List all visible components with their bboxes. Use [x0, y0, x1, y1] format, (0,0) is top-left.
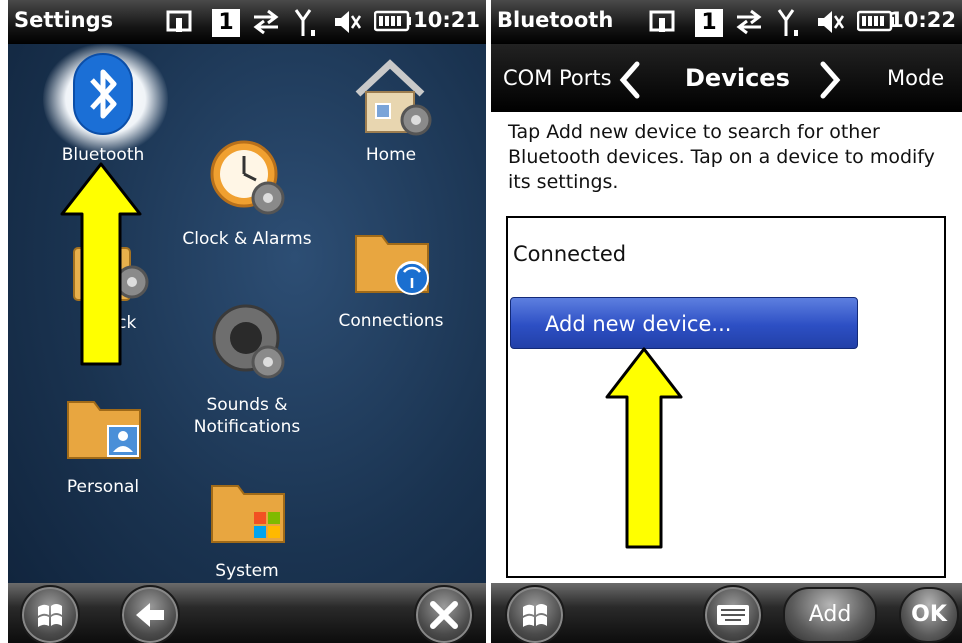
home-label: Home	[365, 145, 417, 165]
close-button[interactable]	[414, 585, 474, 643]
data-transfer-icon	[253, 9, 279, 35]
personal-label: Personal	[66, 477, 140, 497]
signal-icon	[294, 9, 315, 36]
system-label: System	[215, 561, 279, 581]
tab-com-ports[interactable]: COM Ports	[503, 66, 612, 90]
close-icon	[430, 601, 458, 629]
windows-start-icon	[38, 604, 62, 627]
tab-bar: COM Ports Devices Mode	[491, 44, 962, 112]
connections-folder-icon	[355, 235, 429, 295]
home-icon	[355, 59, 432, 136]
notification-icon[interactable]	[649, 8, 681, 36]
back-arrow-icon	[136, 603, 164, 627]
battery-icon	[374, 10, 411, 32]
status-bar: Settings 1 10:21	[8, 0, 486, 44]
bluetooth-tile[interactable]: Bluetooth	[28, 44, 178, 174]
back-button[interactable]	[120, 585, 180, 643]
connected-header: Connected	[513, 242, 627, 266]
screen-title: Settings	[14, 8, 114, 32]
ok-button[interactable]: OK	[899, 587, 959, 643]
clock-alarms-label: Clock & Alarms	[182, 229, 312, 249]
system-tile[interactable]: System	[172, 472, 322, 584]
add-button[interactable]: Add	[783, 587, 877, 643]
system-folder-icon	[211, 485, 285, 543]
right-bottom-bar: Add OK	[491, 583, 962, 643]
screen-title: Bluetooth	[497, 8, 614, 32]
status-bar: Bluetooth 1 10:22	[491, 0, 962, 44]
sounds-label-line2: Notifications	[193, 417, 301, 437]
connections-label: Connections	[338, 311, 444, 331]
bluetooth-screen: Bluetooth 1 10:22 COM Ports Devices Mode…	[491, 0, 962, 643]
keyboard-button[interactable]	[703, 585, 763, 643]
volume-muted-icon[interactable]	[815, 8, 847, 36]
start-button[interactable]	[20, 585, 80, 643]
personal-folder-icon	[67, 401, 141, 459]
device-list: Connected Add new device...	[506, 216, 946, 578]
home-tile[interactable]: Home	[316, 44, 466, 174]
data-transfer-icon	[736, 9, 762, 35]
sounds-label-line1: Sounds &	[206, 395, 288, 415]
left-bottom-bar	[8, 583, 486, 643]
tab-devices: Devices	[685, 64, 790, 92]
settings-screen: Settings 1 10:21 Bluetooth Home Clock & …	[8, 0, 486, 643]
windows-start-icon	[523, 604, 547, 627]
bluetooth-icon	[73, 53, 133, 135]
clock-icon	[210, 140, 285, 215]
sim-indicator: 1	[212, 9, 240, 37]
chevron-left-icon[interactable]	[615, 60, 643, 100]
keyboard-icon	[717, 605, 749, 625]
yellow-up-arrow	[60, 162, 142, 366]
speaker-icon	[212, 304, 285, 379]
clock-time: 10:21	[413, 8, 480, 32]
add-new-device-item[interactable]: Add new device...	[510, 297, 858, 349]
volume-muted-icon[interactable]	[332, 8, 364, 36]
clock-time: 10:22	[889, 8, 956, 32]
clock-alarms-tile[interactable]: Clock & Alarms	[172, 130, 322, 260]
signal-icon	[777, 9, 798, 36]
start-button[interactable]	[505, 585, 565, 643]
instructions-text: Tap Add new device to search for other B…	[508, 121, 935, 193]
sounds-notifications-tile[interactable]: Sounds & Notifications	[172, 300, 322, 440]
yellow-up-arrow	[605, 347, 683, 549]
sim-indicator: 1	[695, 9, 723, 37]
tab-mode[interactable]: Mode	[887, 66, 944, 90]
personal-tile[interactable]: Personal	[28, 388, 178, 508]
connections-tile[interactable]: Connections	[316, 222, 466, 342]
chevron-right-icon[interactable]	[817, 60, 845, 100]
notification-icon[interactable]	[166, 8, 198, 36]
